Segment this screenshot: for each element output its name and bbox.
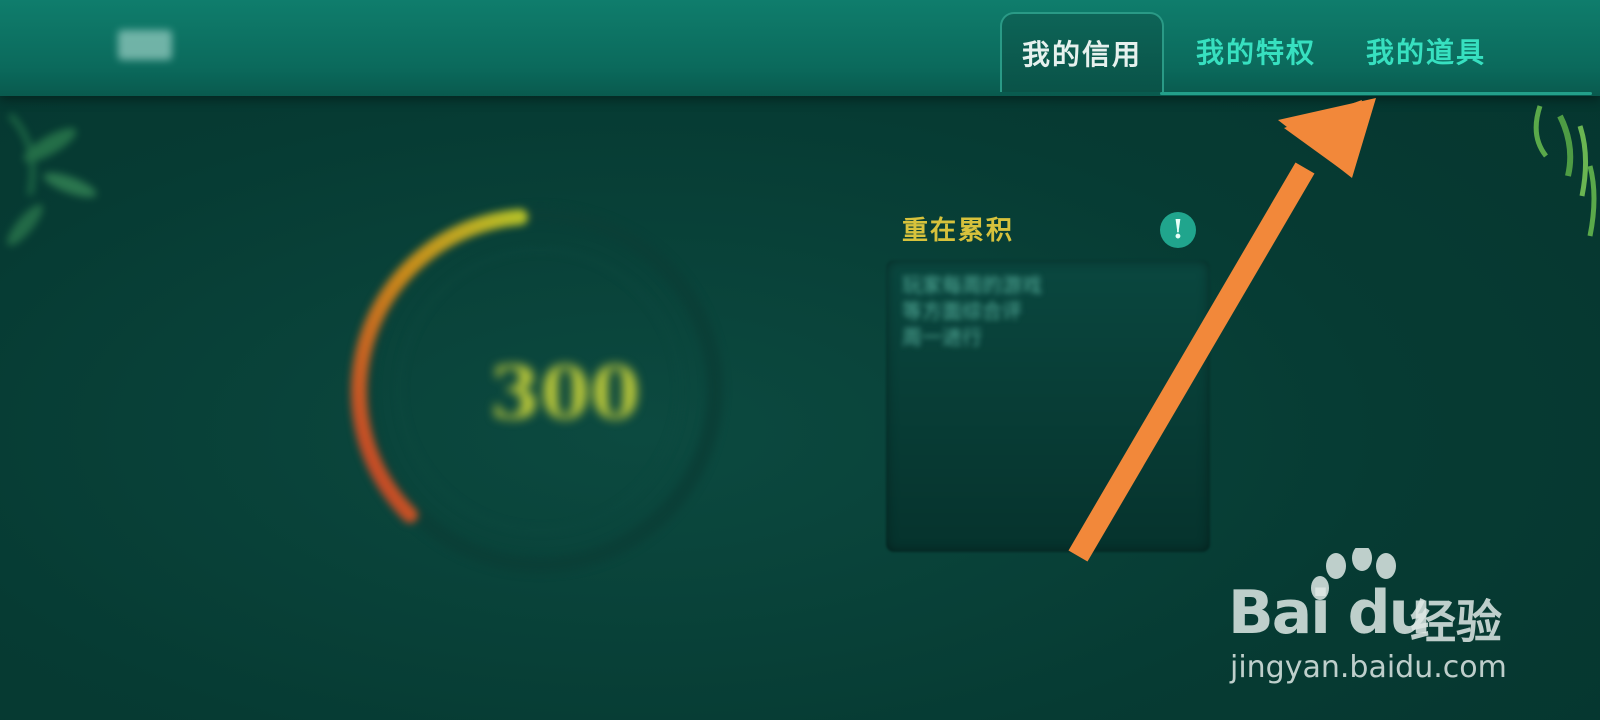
nav-left-item-1[interactable]: [118, 30, 172, 60]
info-body: 玩家每周的游戏 等方面综合评 周一进行: [902, 273, 1042, 349]
info-title: 重在累积: [888, 210, 1014, 247]
watermark-brand-cn: 经验: [1410, 595, 1502, 649]
bamboo-leaves-icon: [7, 112, 97, 246]
info-title-text: 重在累积: [902, 216, 1015, 246]
top-nav-bar: 我的信用 我的特权 我的道具: [0, 0, 1600, 96]
bamboo-leaves-right-icon: [1533, 105, 1597, 237]
tab-my-credit[interactable]: 我的信用: [1000, 12, 1164, 92]
watermark-url: jingyan.baidu.com: [1230, 650, 1507, 685]
tab-my-privileges[interactable]: 我的特权: [1186, 12, 1326, 90]
tab-underline: [1160, 92, 1592, 95]
tab-my-items[interactable]: 我的道具: [1356, 12, 1496, 90]
info-icon[interactable]: !: [1160, 212, 1196, 248]
watermark-brand: Bai du: [1228, 578, 1431, 648]
credit-score: 300: [490, 350, 641, 435]
